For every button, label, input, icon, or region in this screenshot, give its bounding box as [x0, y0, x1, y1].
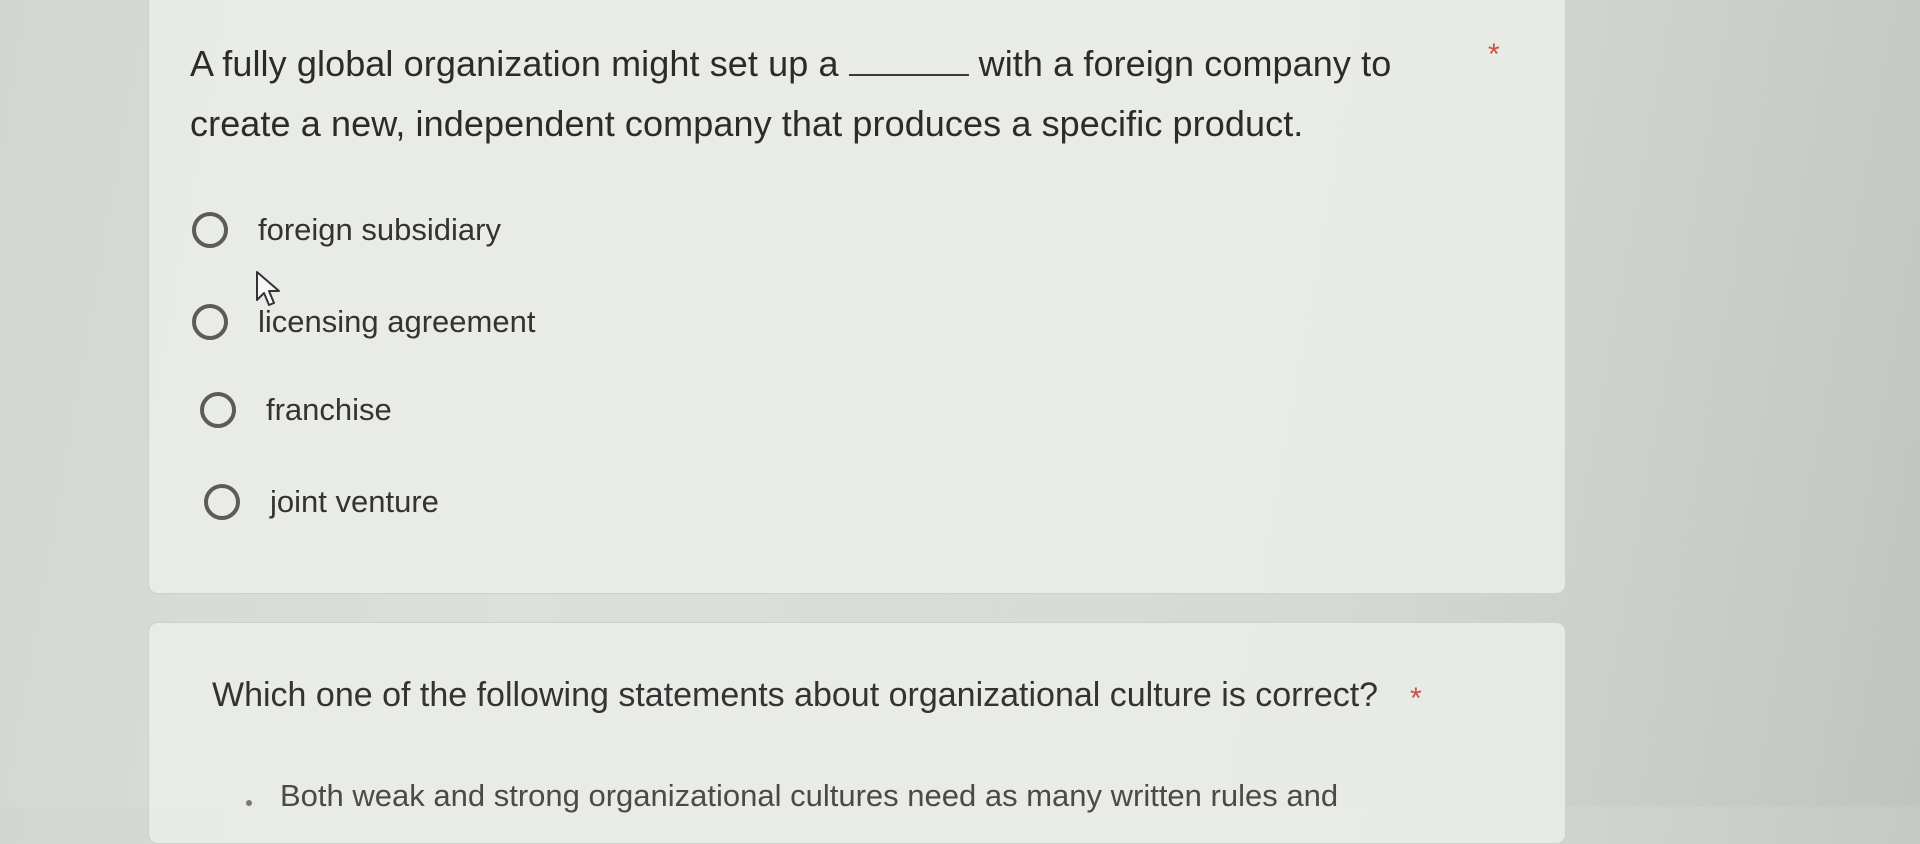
option-label: franchise [266, 392, 392, 427]
radio-button[interactable] [204, 484, 240, 520]
option-licensing-agreement[interactable]: licensing agreement [192, 296, 535, 348]
question-2-text: Which one of the following statements ab… [212, 676, 1379, 714]
radio-button[interactable] [192, 212, 228, 248]
option-joint-venture[interactable]: joint venture [204, 476, 439, 528]
partial-radio-button[interactable] [246, 800, 252, 806]
question-2-partial-option[interactable]: Both weak and strong organizational cult… [280, 778, 1338, 814]
required-marker-1: * [1488, 38, 1500, 71]
option-foreign-subsidiary[interactable]: foreign subsidiary [192, 204, 501, 256]
option-label: foreign subsidiary [258, 212, 501, 247]
option-franchise[interactable]: franchise [200, 384, 392, 436]
option-label: joint venture [270, 484, 439, 519]
required-marker-2: * [1410, 682, 1422, 715]
radio-button[interactable] [200, 392, 236, 428]
question-1-text: A fully global organization might set up… [190, 34, 1430, 154]
radio-button[interactable] [192, 304, 228, 340]
fill-in-blank [848, 74, 969, 76]
option-label: licensing agreement [258, 304, 536, 339]
question-1-text-before: A fully global organization might set up… [190, 43, 839, 84]
